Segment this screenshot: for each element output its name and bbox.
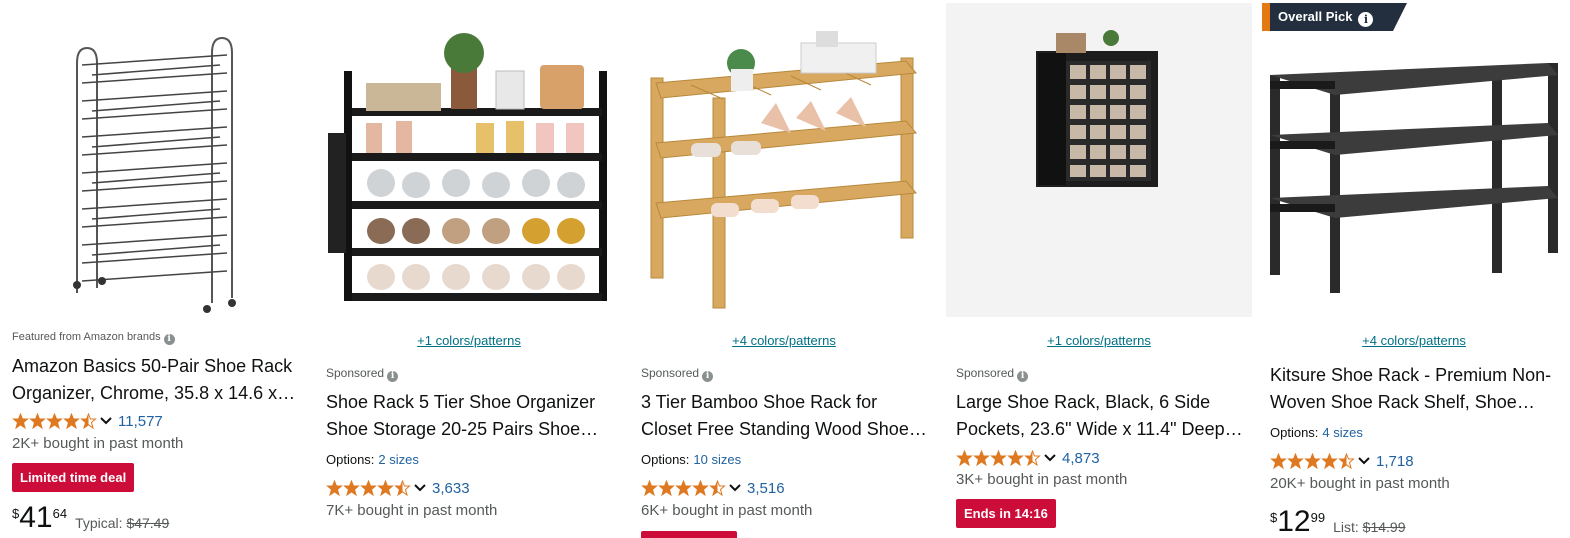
star-icon <box>709 480 726 496</box>
star-icon <box>360 480 377 496</box>
star-icon <box>990 450 1007 466</box>
chevron-down-icon[interactable] <box>414 484 426 492</box>
black-5-tier-shoe-rack-image <box>316 3 622 317</box>
review-count[interactable]: 3,633 <box>432 480 470 497</box>
star-icon <box>1321 453 1338 469</box>
product-image[interactable] <box>2 3 308 317</box>
product-image[interactable] <box>316 3 622 317</box>
star-icon <box>394 480 411 496</box>
black-covered-shoe-cabinet-image <box>946 3 1252 317</box>
deal-badge: Limited time deal <box>12 463 135 492</box>
info-icon[interactable]: i <box>702 371 714 382</box>
product-title[interactable]: Large Shoe Rack, Black, 6 Side Pockets, … <box>956 389 1246 443</box>
price[interactable]: $ 41 64 Typical: $47.49 <box>12 503 169 533</box>
product-image[interactable] <box>946 3 1252 317</box>
info-icon[interactable]: i <box>387 371 399 382</box>
star-icon <box>46 413 63 429</box>
info-icon[interactable]: i <box>1017 371 1029 382</box>
overall-pick-badge: Overall Pick i <box>1262 3 1408 31</box>
bought-count: 20K+ bought in past month <box>1270 475 1450 492</box>
product-title[interactable]: Amazon Basics 50-Pair Shoe Rack Organize… <box>12 353 302 407</box>
chevron-down-icon[interactable] <box>1358 457 1370 465</box>
options-link[interactable]: 4 sizes <box>1322 425 1362 440</box>
rating-row: 1,718 <box>1270 451 1414 471</box>
info-icon[interactable]: i <box>163 334 175 345</box>
product-card-bamboo-shoe-rack: +4 colors/patterns Sponsored i 3 Tier Bam… <box>631 0 937 538</box>
product-title[interactable]: 3 Tier Bamboo Shoe Rack for Closet Free … <box>641 389 931 443</box>
product-image[interactable] <box>631 3 937 317</box>
star-icon <box>80 413 97 429</box>
star-icon <box>692 480 709 496</box>
colors-patterns-link[interactable]: +1 colors/patterns <box>316 333 622 348</box>
star-icon <box>1007 450 1024 466</box>
product-title[interactable]: Kitsure Shoe Rack - Premium Non-Woven Sh… <box>1270 362 1560 416</box>
star-icon <box>956 450 973 466</box>
review-count[interactable]: 1,718 <box>1376 453 1414 470</box>
star-icon <box>641 480 658 496</box>
review-count[interactable]: 3,516 <box>747 480 785 497</box>
star-rating[interactable] <box>641 480 726 496</box>
chevron-down-icon[interactable] <box>1044 454 1056 462</box>
colors-patterns-link[interactable]: +4 colors/patterns <box>1260 333 1568 348</box>
chevron-down-icon[interactable] <box>100 417 112 425</box>
star-icon <box>1338 453 1355 469</box>
bought-count: 6K+ bought in past month <box>641 502 813 519</box>
star-icon <box>377 480 394 496</box>
star-icon <box>675 480 692 496</box>
rating-row: 11,577 <box>12 411 163 431</box>
rating-row: 3,516 <box>641 478 785 498</box>
star-icon <box>1304 453 1321 469</box>
deal-badge-partial <box>641 531 737 538</box>
star-rating[interactable] <box>956 450 1041 466</box>
chevron-down-icon[interactable] <box>729 484 741 492</box>
options-row: Options: 4 sizes <box>1270 425 1363 440</box>
price[interactable]: $ 12 99 List: $14.99 <box>1270 507 1405 537</box>
reference-price: List: $14.99 <box>1333 519 1406 535</box>
reference-price: Typical: $47.49 <box>75 515 170 531</box>
bamboo-3-tier-shoe-rack-image <box>631 3 937 317</box>
star-rating[interactable] <box>12 413 97 429</box>
rating-row: 4,873 <box>956 448 1100 468</box>
options-row: Options: 2 sizes <box>326 452 419 467</box>
bought-count: 2K+ bought in past month <box>12 435 184 452</box>
sponsored-label: Sponsored i <box>956 366 1029 382</box>
star-icon <box>1270 453 1287 469</box>
star-icon <box>343 480 360 496</box>
star-icon <box>658 480 675 496</box>
review-count[interactable]: 11,577 <box>118 413 163 430</box>
colors-patterns-link[interactable]: +4 colors/patterns <box>631 333 937 348</box>
rating-row: 3,633 <box>326 478 470 498</box>
sponsored-label: Sponsored i <box>641 366 714 382</box>
star-icon <box>63 413 80 429</box>
star-icon <box>973 450 990 466</box>
info-icon[interactable]: i <box>1358 12 1374 27</box>
star-icon <box>326 480 343 496</box>
product-card-amazon-basics: Featured from Amazon brands i Amazon Basi… <box>2 0 308 538</box>
options-link[interactable]: 2 sizes <box>378 452 418 467</box>
star-icon <box>1024 450 1041 466</box>
colors-patterns-link[interactable]: +1 colors/patterns <box>946 333 1252 348</box>
star-rating[interactable] <box>1270 453 1355 469</box>
featured-label: Featured from Amazon brands i <box>12 331 175 345</box>
options-link[interactable]: 10 sizes <box>693 452 741 467</box>
product-card-kitsure-shoe-rack: Overall Pick i +4 colors/patterns Kitsure… <box>1260 0 1568 538</box>
product-card-large-shoe-rack: +1 colors/patterns Sponsored i Large Shoe… <box>946 0 1252 538</box>
sponsored-label: Sponsored i <box>326 366 399 382</box>
star-icon <box>12 413 29 429</box>
product-image[interactable] <box>1260 3 1568 317</box>
bought-count: 3K+ bought in past month <box>956 471 1128 488</box>
options-row: Options: 10 sizes <box>641 452 742 467</box>
grey-3-tier-shoe-rack-image <box>1260 3 1568 317</box>
review-count[interactable]: 4,873 <box>1062 450 1100 467</box>
product-title[interactable]: Shoe Rack 5 Tier Shoe Organizer Shoe Sto… <box>326 389 616 443</box>
chrome-tall-shoe-rack-image <box>2 3 308 317</box>
star-icon <box>1287 453 1304 469</box>
star-rating[interactable] <box>326 480 411 496</box>
star-icon <box>29 413 46 429</box>
deal-badge: Ends in 14:16 <box>956 499 1056 528</box>
product-card-5-tier-shoe-rack: +1 colors/patterns Sponsored i Shoe Rack … <box>316 0 622 538</box>
bought-count: 7K+ bought in past month <box>326 502 498 519</box>
